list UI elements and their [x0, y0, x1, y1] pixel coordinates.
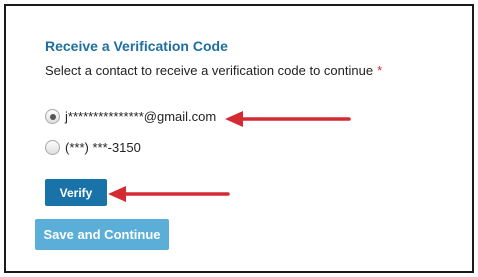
verify-annotation-arrow-icon — [108, 186, 230, 202]
phone-radio[interactable] — [45, 140, 60, 155]
form-instruction: Select a contact to receive a verificati… — [45, 63, 382, 78]
verify-button[interactable]: Verify — [45, 179, 107, 206]
email-radio[interactable] — [45, 109, 60, 124]
required-marker: * — [377, 63, 383, 78]
contact-option-phone[interactable]: (***) ***-3150 — [45, 140, 141, 155]
phone-option-label: (***) ***-3150 — [65, 140, 141, 155]
instruction-text: Select a contact to receive a verificati… — [45, 63, 374, 78]
save-and-continue-button[interactable]: Save and Continue — [35, 219, 169, 250]
contact-option-email[interactable]: j***************@gmail.com — [45, 109, 216, 124]
email-option-label: j***************@gmail.com — [65, 109, 217, 124]
form-title: Receive a Verification Code — [45, 38, 228, 54]
email-annotation-arrow-icon — [225, 111, 351, 127]
